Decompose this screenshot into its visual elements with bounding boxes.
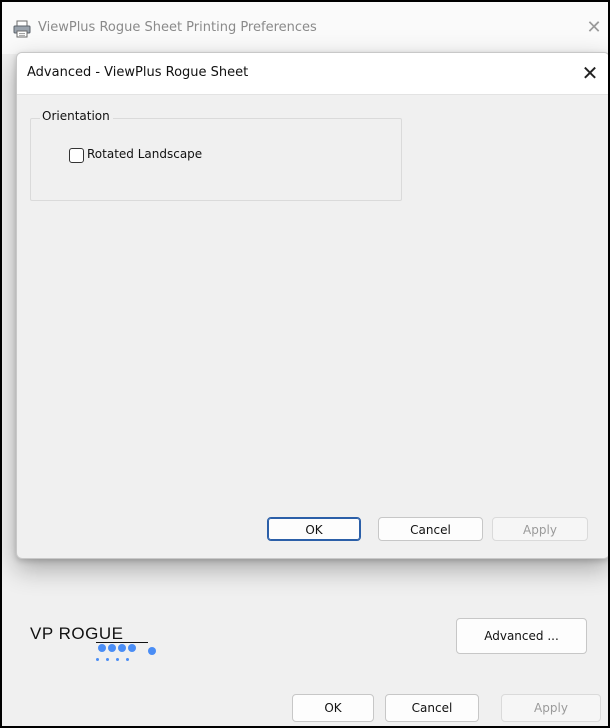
advanced-button[interactable]: Advanced ... xyxy=(456,618,587,654)
logo-dot xyxy=(98,644,106,652)
logo-dot xyxy=(106,658,109,661)
logo-dot xyxy=(116,658,119,661)
vp-rogue-logo: VP ROGUE xyxy=(30,624,170,674)
outer-ok-button[interactable]: OK xyxy=(292,694,374,722)
advanced-close-button[interactable]: ✕ xyxy=(575,59,605,87)
logo-dot xyxy=(108,644,116,652)
outer-apply-button[interactable]: Apply xyxy=(501,694,601,722)
advanced-cancel-button[interactable]: Cancel xyxy=(378,517,483,541)
logo-dot xyxy=(128,644,136,652)
advanced-dialog-title-bar: Advanced - ViewPlus Rogue Sheet ✕ xyxy=(17,53,608,95)
logo-text: VP ROGUE xyxy=(30,624,124,643)
advanced-dialog-title: Advanced - ViewPlus Rogue Sheet xyxy=(27,65,249,80)
rotated-landscape-label[interactable]: Rotated Landscape xyxy=(87,147,202,161)
orientation-group xyxy=(30,118,402,201)
logo-dot xyxy=(118,644,126,652)
outer-close-button[interactable]: ✕ xyxy=(580,16,608,40)
outer-cancel-button[interactable]: Cancel xyxy=(385,694,479,722)
logo-dot xyxy=(148,647,156,655)
outer-title-bar: ViewPlus Rogue Sheet Printing Preference… xyxy=(2,2,608,54)
logo-dot xyxy=(96,658,99,661)
logo-dot xyxy=(126,658,129,661)
logo-underline xyxy=(96,642,148,643)
rotated-landscape-checkbox[interactable] xyxy=(69,148,84,163)
printing-preferences-window: ViewPlus Rogue Sheet Printing Preference… xyxy=(2,2,608,726)
advanced-dialog: Advanced - ViewPlus Rogue Sheet ✕ Orient… xyxy=(16,52,608,559)
orientation-group-legend: Orientation xyxy=(40,109,113,123)
advanced-ok-button[interactable]: OK xyxy=(267,517,361,541)
outer-window-title: ViewPlus Rogue Sheet Printing Preference… xyxy=(38,20,317,35)
printer-icon xyxy=(13,20,31,38)
advanced-apply-button[interactable]: Apply xyxy=(492,517,588,541)
